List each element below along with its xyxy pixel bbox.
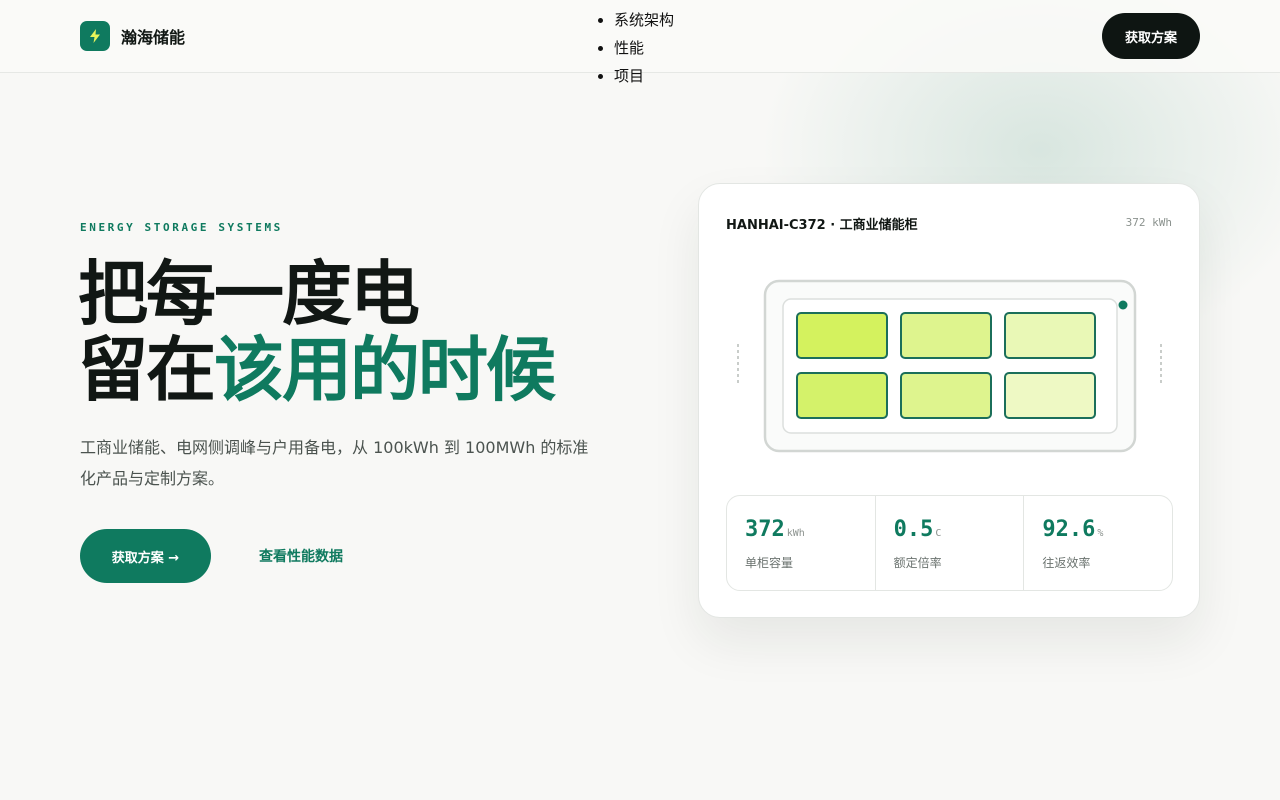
stat-label: 往返效率 [1042,556,1091,570]
stat-unit: % [1097,528,1104,539]
product-title: HANHAI-C372 · 工商业储能柜 [726,218,918,233]
headline-line-2: 留在 [78,329,216,411]
stat-value: 372 [745,517,785,542]
hero-headline: 把每一度电 留在该用的时候 [78,253,556,411]
stat-capacity: 372 kWh 单柜容量 [727,496,876,590]
lightning-icon [80,21,110,51]
get-solution-button-header[interactable]: 获取方案 [1102,13,1200,59]
hero-lead: 工商业储能、电网侧调峰与户用备电，从 100kWh 到 100MWh 的标准化产… [80,438,589,488]
stat-label: 额定倍率 [893,556,942,570]
brand-logo[interactable]: 瀚海储能 [80,21,185,51]
hero-eyebrow: ENERGY STORAGE SYSTEMS [80,221,283,234]
product-card: HANHAI-C372 · 工商业储能柜 372 kWh 372 kWh 单柜容量… [698,183,1200,618]
brand-name: 瀚海储能 [121,28,186,47]
headline-accent: 该用的时候 [214,329,556,411]
headline-line-1: 把每一度电 [78,253,420,335]
battery-cabinet-illustration [737,279,1162,453]
view-performance-link[interactable]: 查看性能数据 [259,546,343,566]
stat-efficiency: 92.6% 往返效率 [1024,496,1172,590]
main-nav: 产品 系统架构 性能 项目 [596,0,674,90]
capacity-tag: 372 kWh [1125,216,1172,229]
stat-c-rate: 0.5 C 额定倍率 [876,496,1025,590]
nav-item-projects[interactable]: 项目 [614,62,674,90]
stat-unit: C [935,528,942,539]
nav-item-architecture[interactable]: 系统架构 [614,6,674,34]
stat-value: 0.5 [893,517,934,542]
site-header: 瀚海储能 产品 系统架构 性能 项目 获取方案 [0,0,1280,85]
spec-stats: 372 kWh 单柜容量 0.5 C 额定倍率 92.6% 往返效率 [726,495,1173,591]
get-solution-button[interactable]: 获取方案 → [80,529,211,583]
nav-item-performance[interactable]: 性能 [614,34,674,62]
stat-unit: kWh [786,528,805,539]
stat-value: 92.6 [1042,517,1096,542]
stat-label: 单柜容量 [745,556,794,570]
